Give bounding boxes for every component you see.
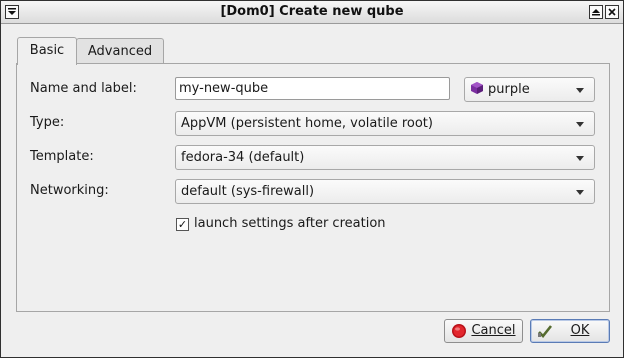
label-color-value: purple	[488, 82, 530, 97]
networking-select[interactable]: default (sys-firewall)	[175, 179, 595, 204]
qube-color-icon	[471, 82, 483, 94]
ok-button[interactable]: OK	[530, 319, 610, 343]
chevron-down-icon	[576, 190, 584, 195]
window-title: [Dom0] Create new qube	[220, 4, 404, 19]
name-label: Name and label:	[30, 81, 137, 96]
close-icon[interactable]	[605, 5, 619, 19]
tab-basic[interactable]: Basic	[17, 37, 77, 65]
ok-button-label: OK	[570, 323, 590, 338]
label-color-select[interactable]: purple	[464, 77, 595, 102]
template-select-value: fedora-34 (default)	[181, 150, 305, 165]
cancel-button[interactable]: Cancel	[444, 319, 523, 343]
tab-advanced[interactable]: Advanced	[76, 38, 164, 64]
networking-select-value: default (sys-firewall)	[181, 184, 315, 199]
dialog-window: [Dom0] Create new qube Basic Advanced Na…	[0, 0, 624, 358]
type-label: Type:	[30, 115, 65, 130]
chevron-down-icon	[576, 156, 584, 161]
template-select[interactable]: fedora-34 (default)	[175, 145, 595, 170]
maximize-icon[interactable]	[589, 5, 603, 19]
chevron-down-icon	[576, 122, 584, 127]
template-label: Template:	[30, 149, 94, 164]
chevron-down-icon	[576, 88, 584, 93]
type-select-value: AppVM (persistent home, volatile root)	[181, 116, 433, 131]
launch-settings-label[interactable]: launch settings after creation	[194, 216, 386, 231]
type-select[interactable]: AppVM (persistent home, volatile root)	[175, 111, 595, 136]
name-input[interactable]: my-new-qube	[175, 77, 450, 100]
networking-label: Networking:	[30, 183, 109, 198]
checkmark-icon	[538, 325, 553, 338]
launch-settings-checkbox[interactable]: ✓	[176, 218, 189, 231]
title-bar[interactable]: [Dom0] Create new qube	[1, 1, 623, 24]
stop-icon	[452, 324, 466, 338]
cancel-button-label: Cancel	[471, 323, 516, 338]
